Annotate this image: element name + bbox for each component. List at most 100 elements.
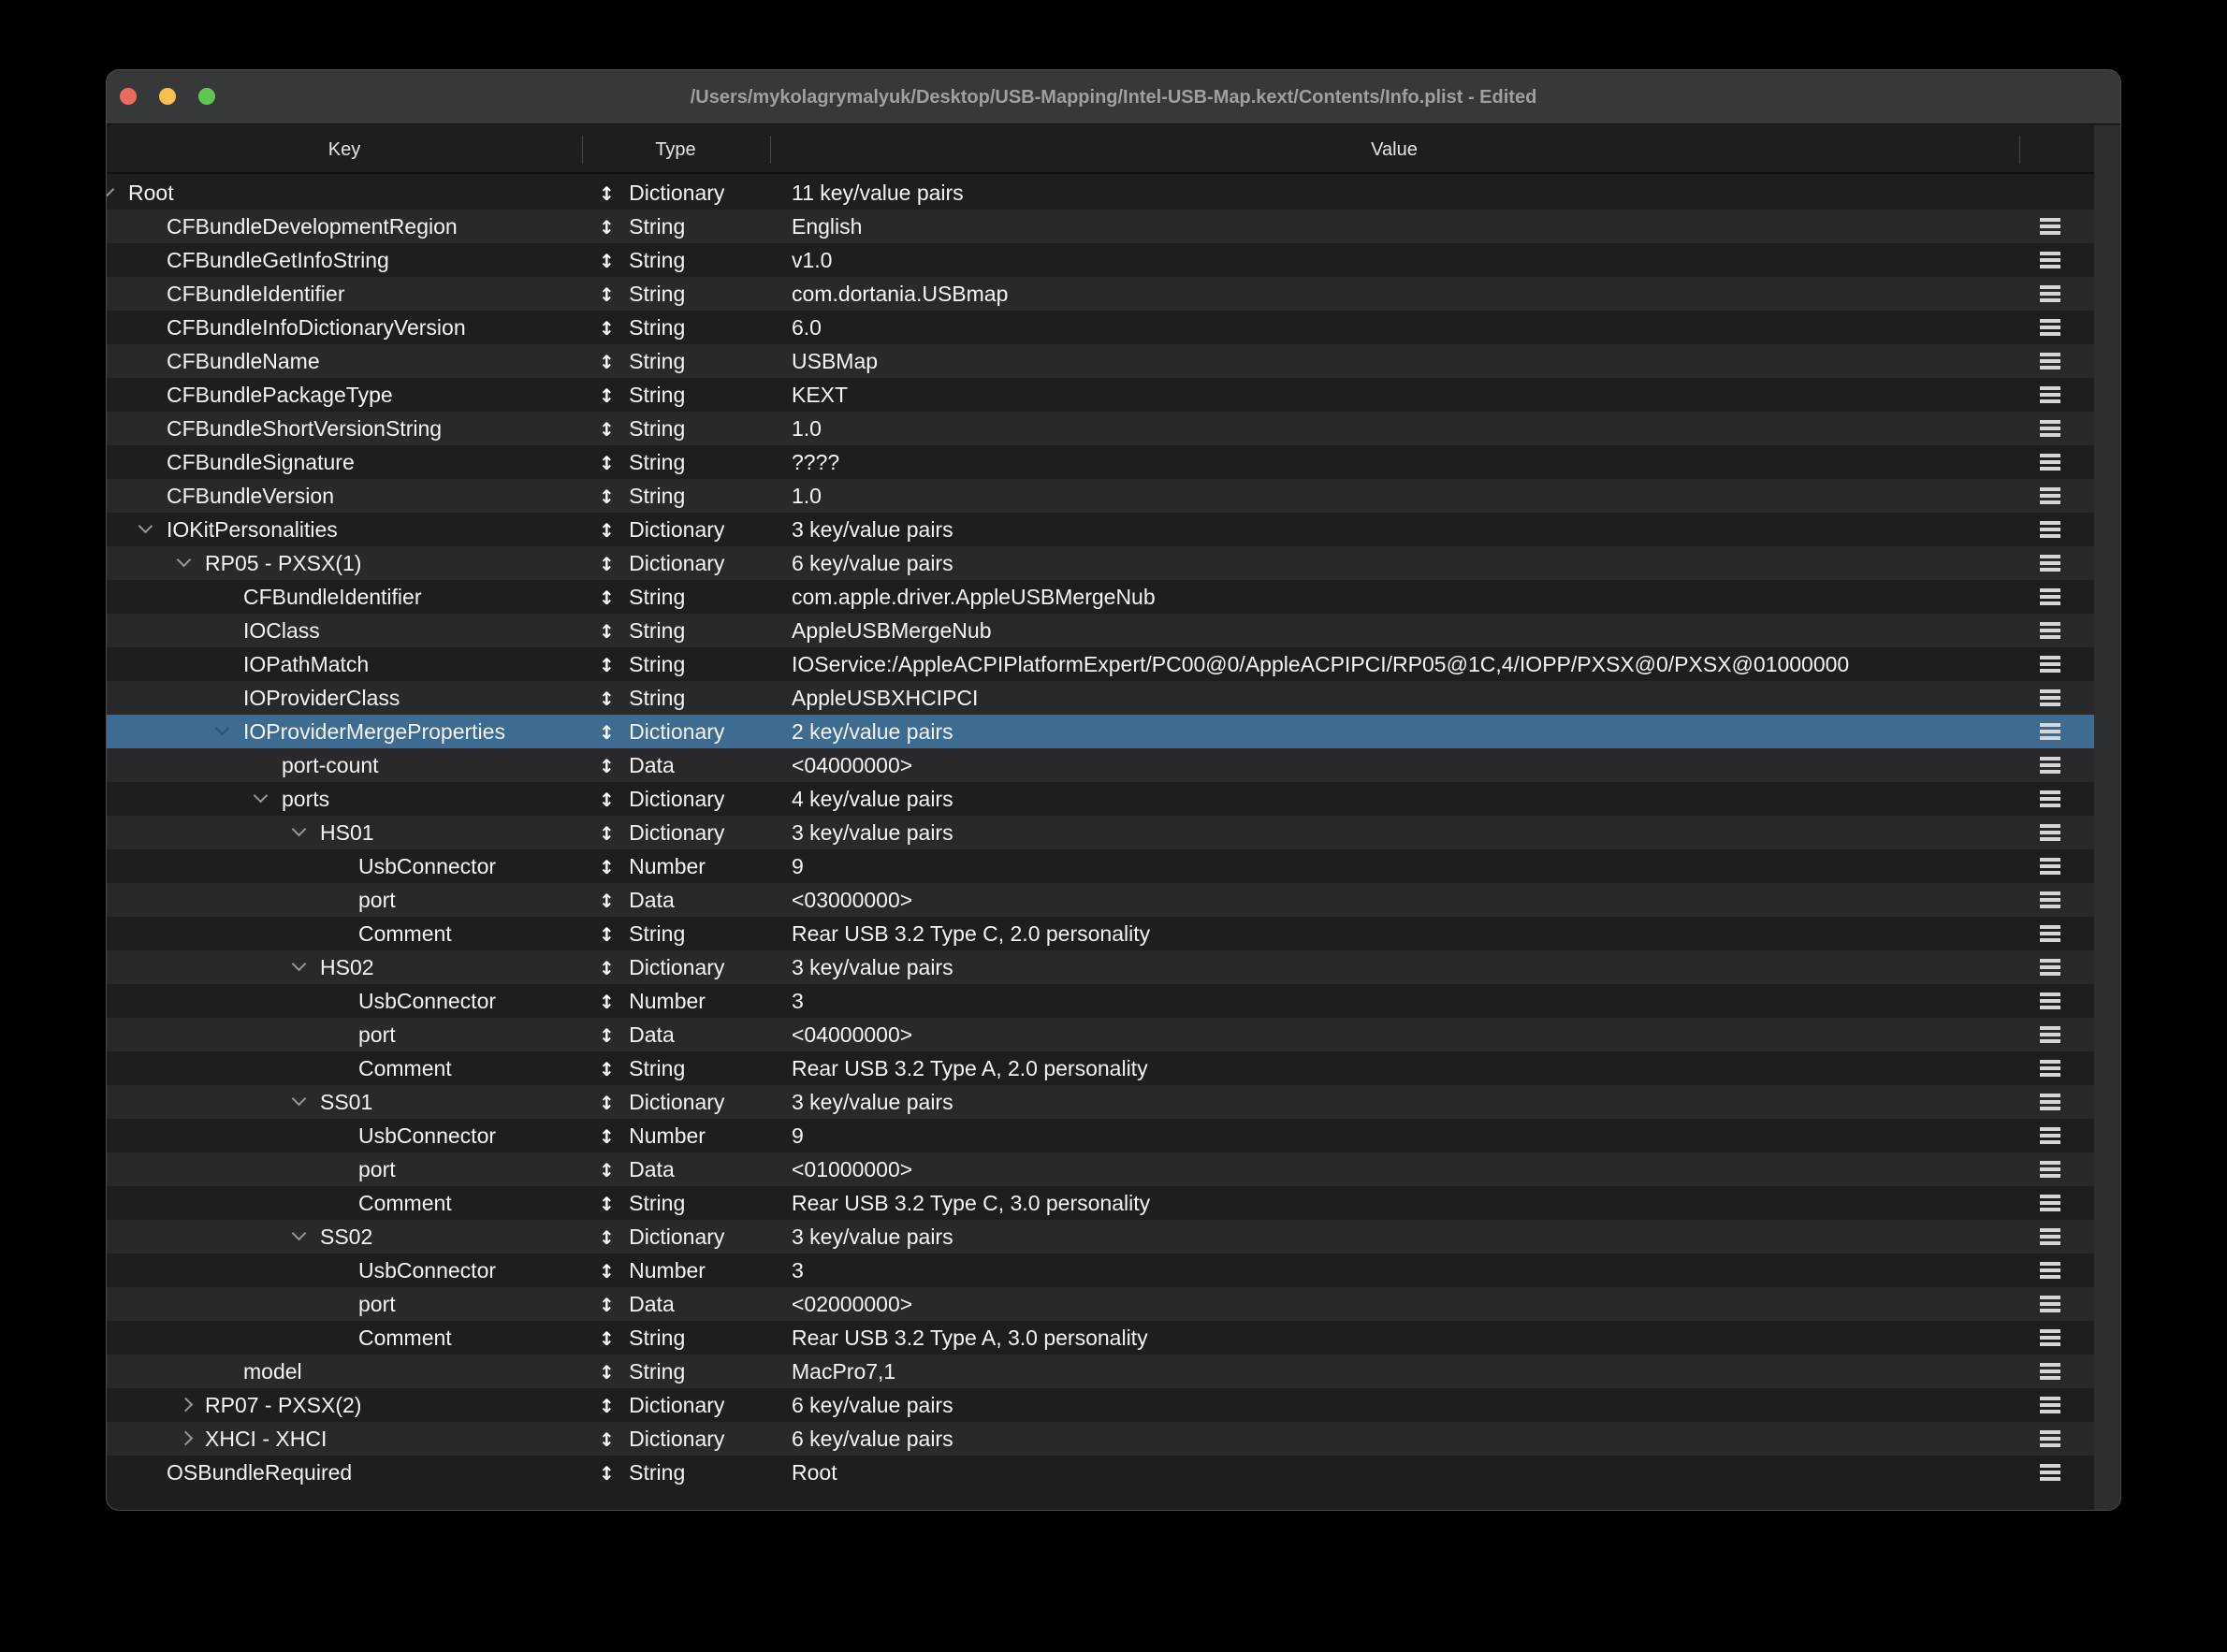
row-type-cell[interactable]: ↕ String [599, 412, 685, 445]
row-value[interactable]: 3 key/value pairs [792, 950, 953, 984]
row-value[interactable]: 3 key/value pairs [792, 513, 953, 546]
row-menu-icon[interactable] [2040, 1430, 2060, 1447]
row-type-cell[interactable]: ↕ String [599, 210, 685, 243]
table-row[interactable]: CFBundleInfoDictionaryVersion ↕ String 6… [107, 311, 2094, 344]
table-row[interactable]: CFBundleName ↕ String USBMap [107, 344, 2094, 378]
row-type-cell[interactable]: ↕ Dictionary [599, 1422, 724, 1456]
row-menu-icon[interactable] [2040, 1060, 2060, 1077]
row-value[interactable]: v1.0 [792, 243, 832, 277]
row-menu-icon[interactable] [2040, 891, 2060, 908]
row-type-cell[interactable]: ↕ String [599, 1355, 685, 1388]
row-type-cell[interactable]: ↕ String [599, 614, 685, 647]
row-value[interactable]: Rear USB 3.2 Type C, 3.0 personality [792, 1186, 1150, 1220]
row-value[interactable]: 6 key/value pairs [792, 1422, 953, 1456]
row-menu-icon[interactable] [2040, 858, 2060, 875]
row-menu-icon[interactable] [2040, 925, 2060, 942]
row-type-cell[interactable]: ↕ Dictionary [599, 546, 724, 580]
table-row[interactable]: port-count ↕ Data <04000000> [107, 748, 2094, 782]
row-value[interactable]: KEXT [792, 378, 848, 412]
table-row[interactable]: SS02 ↕ Dictionary 3 key/value pairs [107, 1220, 2094, 1253]
row-value[interactable]: Rear USB 3.2 Type C, 2.0 personality [792, 917, 1150, 950]
column-separator[interactable] [2019, 136, 2020, 164]
row-menu-icon[interactable] [2040, 454, 2060, 471]
row-type-cell[interactable]: ↕ Data [599, 883, 675, 917]
row-menu-icon[interactable] [2040, 319, 2060, 336]
disclosure-triangle-icon[interactable] [179, 1431, 194, 1446]
table-row[interactable]: port ↕ Data <03000000> [107, 883, 2094, 917]
row-value[interactable]: AppleUSBXHCIPCI [792, 681, 978, 715]
row-type-cell[interactable]: ↕ Dictionary [599, 1388, 724, 1422]
row-menu-icon[interactable] [2040, 993, 2060, 1009]
table-row[interactable]: Comment ↕ String Rear USB 3.2 Type A, 2.… [107, 1051, 2094, 1085]
scrollbar-track[interactable] [2094, 125, 2120, 1510]
table-row[interactable]: OSBundleRequired ↕ String Root [107, 1456, 2094, 1489]
row-value[interactable]: IOService:/AppleACPIPlatformExpert/PC00@… [792, 647, 1849, 681]
row-value[interactable]: 6.0 [792, 311, 822, 344]
row-value[interactable]: 3 key/value pairs [792, 1220, 953, 1253]
row-type-cell[interactable]: ↕ Dictionary [599, 782, 724, 816]
row-menu-icon[interactable] [2040, 285, 2060, 302]
table-row[interactable]: ports ↕ Dictionary 4 key/value pairs [107, 782, 2094, 816]
table-row[interactable]: port ↕ Data <02000000> [107, 1287, 2094, 1321]
row-value[interactable]: English [792, 210, 862, 243]
table-row[interactable]: CFBundleShortVersionString ↕ String 1.0 [107, 412, 2094, 445]
column-header-key[interactable]: Key [328, 125, 360, 174]
row-value[interactable]: 9 [792, 1119, 804, 1152]
row-value[interactable]: 6 key/value pairs [792, 546, 953, 580]
row-type-cell[interactable]: ↕ String [599, 344, 685, 378]
row-type-cell[interactable]: ↕ Dictionary [599, 1220, 724, 1253]
table-row[interactable]: model ↕ String MacPro7,1 [107, 1355, 2094, 1388]
column-separator[interactable] [770, 136, 771, 164]
window-titlebar[interactable]: /Users/mykolagrymalyuk/Desktop/USB-Mappi… [107, 70, 2120, 124]
column-header-value[interactable]: Value [1371, 125, 1418, 174]
row-menu-icon[interactable] [2040, 555, 2060, 572]
table-row[interactable]: CFBundleDevelopmentRegion ↕ String Engli… [107, 210, 2094, 243]
row-value[interactable]: 1.0 [792, 412, 822, 445]
table-row[interactable]: IOKitPersonalities ↕ Dictionary 3 key/va… [107, 513, 2094, 546]
table-row[interactable]: RP07 - PXSX(2) ↕ Dictionary 6 key/value … [107, 1388, 2094, 1422]
table-row[interactable]: IOPathMatch ↕ String IOService:/AppleACP… [107, 647, 2094, 681]
row-value[interactable]: <01000000> [792, 1152, 912, 1186]
disclosure-triangle-icon[interactable] [254, 789, 269, 804]
disclosure-triangle-icon[interactable] [177, 553, 192, 568]
row-value[interactable]: <04000000> [792, 1018, 912, 1051]
row-value[interactable]: 6 key/value pairs [792, 1388, 953, 1422]
row-value[interactable]: MacPro7,1 [792, 1355, 895, 1388]
row-value[interactable]: com.dortania.USBmap [792, 277, 1008, 311]
row-menu-icon[interactable] [2040, 353, 2060, 370]
row-type-cell[interactable]: ↕ Data [599, 1287, 675, 1321]
row-menu-icon[interactable] [2040, 218, 2060, 235]
row-menu-icon[interactable] [2040, 622, 2060, 639]
row-menu-icon[interactable] [2040, 723, 2060, 740]
row-type-cell[interactable]: ↕ String [599, 479, 685, 513]
disclosure-triangle-icon[interactable] [107, 182, 114, 197]
row-menu-icon[interactable] [2040, 1262, 2060, 1279]
table-row[interactable]: SS01 ↕ Dictionary 3 key/value pairs [107, 1085, 2094, 1119]
row-value[interactable]: Root [792, 1456, 837, 1489]
column-separator[interactable] [582, 136, 583, 164]
row-type-cell[interactable]: ↕ Number [599, 1253, 706, 1287]
row-type-cell[interactable]: ↕ Dictionary [599, 715, 724, 748]
table-row[interactable]: CFBundleVersion ↕ String 1.0 [107, 479, 2094, 513]
row-type-cell[interactable]: ↕ Data [599, 1018, 675, 1051]
row-menu-icon[interactable] [2040, 1094, 2060, 1110]
row-value[interactable]: <03000000> [792, 883, 912, 917]
table-row[interactable]: CFBundleIdentifier ↕ String com.dortania… [107, 277, 2094, 311]
row-menu-icon[interactable] [2040, 521, 2060, 538]
table-row[interactable]: Comment ↕ String Rear USB 3.2 Type C, 3.… [107, 1186, 2094, 1220]
row-value[interactable]: com.apple.driver.AppleUSBMergeNub [792, 580, 1156, 614]
row-value[interactable]: 3 key/value pairs [792, 816, 953, 849]
disclosure-triangle-icon[interactable] [179, 1398, 194, 1413]
row-menu-icon[interactable] [2040, 1195, 2060, 1211]
row-menu-icon[interactable] [2040, 757, 2060, 774]
row-value[interactable]: <02000000> [792, 1287, 912, 1321]
row-menu-icon[interactable] [2040, 252, 2060, 268]
table-row[interactable]: HS02 ↕ Dictionary 3 key/value pairs [107, 950, 2094, 984]
row-type-cell[interactable]: ↕ String [599, 647, 685, 681]
row-value[interactable]: Rear USB 3.2 Type A, 2.0 personality [792, 1051, 1148, 1085]
row-menu-icon[interactable] [2040, 1127, 2060, 1144]
disclosure-triangle-icon[interactable] [215, 721, 230, 736]
row-type-cell[interactable]: ↕ Dictionary [599, 950, 724, 984]
row-type-cell[interactable]: ↕ String [599, 681, 685, 715]
table-row[interactable]: IOProviderMergeProperties ↕ Dictionary 2… [107, 715, 2094, 748]
